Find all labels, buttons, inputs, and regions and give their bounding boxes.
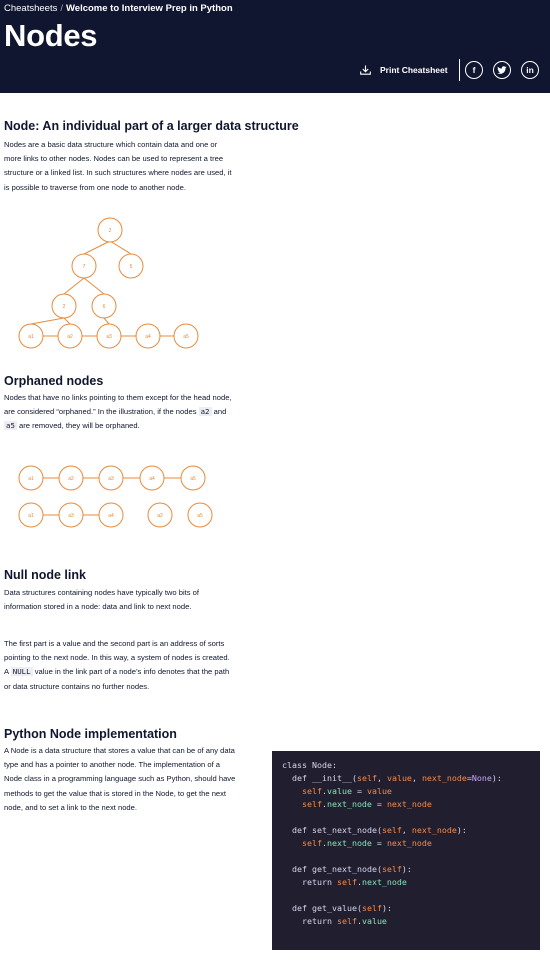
python-section-body: A Node is a data structure that stores a…: [4, 746, 236, 812]
code-line: self.value = value: [301, 786, 392, 796]
null-link-text-2: value in the link part of a node’s info …: [4, 667, 230, 691]
node-section-body: Nodes are a basic data structure which c…: [4, 140, 232, 192]
list-node-label: a4: [145, 334, 151, 340]
inline-code-null: NULL: [10, 667, 33, 677]
orphan-node-label: a3: [108, 476, 114, 482]
code-block[interactable]: class Node: def __init__(self, value, ne…: [272, 751, 540, 950]
orphaned-diagram: a1 a2 a3 a4 a5 a1 a3 a4 a2 a5: [18, 465, 213, 528]
page-title: Nodes: [4, 18, 98, 53]
linkedin-share-button[interactable]: in: [521, 61, 539, 79]
code-line: def get_next_node(self):: [292, 864, 412, 874]
orphan-node-label: a3: [68, 513, 74, 519]
null-link-section-title: Null node link: [4, 568, 86, 582]
orphan-node-label: a2: [68, 476, 74, 482]
breadcrumb: Cheatsheets / Welcome to Interview Prep in…: [4, 3, 233, 15]
page-header: Cheatsheets / Welcome to Interview Prep in…: [0, 0, 550, 93]
orphaned-text-1: Nodes that have no links pointing to the…: [4, 393, 232, 417]
twitter-icon: [497, 65, 507, 74]
inline-code-a2: a2: [198, 407, 212, 417]
null-link-section-body: Data structures containing nodes have ty…: [4, 588, 200, 612]
code-line: def get_value(self):: [292, 903, 392, 913]
orphaned-section-title: Orphaned nodes: [4, 374, 104, 388]
code-line: self.next_node = next_node: [301, 799, 432, 809]
orphan-node-label: a4: [149, 476, 155, 482]
linkedin-icon: in: [526, 65, 534, 75]
list-node-label: a1: [28, 334, 34, 340]
code-line: return self.value: [301, 916, 387, 926]
orphan-node-label: a1: [28, 476, 34, 482]
download-icon: [360, 65, 371, 75]
tree-node-label: 2: [63, 304, 66, 310]
header-divider: [459, 59, 460, 81]
code-line: return self.next_node: [301, 877, 407, 887]
list-node-label: a5: [183, 334, 189, 340]
null-link-section-body-2: The first part is a value and the second…: [4, 637, 232, 694]
breadcrumb-separator: /: [60, 3, 63, 14]
breadcrumb-current-link[interactable]: Welcome to Interview Prep in Python: [66, 3, 233, 14]
orphan-node-label: a5: [197, 513, 203, 519]
inline-code-a5: a5: [4, 421, 17, 431]
tree-diagram: 2 7 5 2 6 a1 a2 a3 a4 a5: [18, 217, 199, 349]
tree-node-label: 5: [130, 264, 133, 270]
tree-node-label: 6: [103, 304, 106, 310]
facebook-icon: f: [472, 65, 476, 75]
orphan-node-label: a5: [190, 476, 196, 482]
facebook-share-button[interactable]: f: [465, 61, 483, 79]
print-cheatsheet-label: Print Cheatsheet: [380, 65, 448, 75]
orphaned-text-3: are removed, they will be orphaned.: [16, 421, 140, 431]
orphaned-section-body: Nodes that have no links pointing to the…: [4, 391, 232, 434]
orphan-node-label: a2: [157, 513, 163, 519]
breadcrumb-root-link[interactable]: Cheatsheets: [4, 3, 57, 14]
code-line: class Node:: [282, 760, 337, 770]
code-line: self.next_node = next_node: [301, 838, 432, 848]
python-section-title: Python Node implementation: [4, 727, 177, 741]
orphaned-text-2: and: [211, 407, 227, 417]
list-node-label: a3: [106, 334, 112, 340]
tree-node-label: 2: [109, 228, 112, 234]
print-cheatsheet-button[interactable]: Print Cheatsheet: [360, 62, 448, 78]
twitter-share-button[interactable]: [493, 61, 511, 79]
code-line: def __init__(self, value, next_node=None…: [292, 773, 502, 783]
code-line: def set_next_node(self, next_node):: [292, 825, 467, 835]
code-content: class Node: def __init__(self, value, ne…: [282, 759, 530, 928]
orphan-node-label: a4: [108, 513, 114, 519]
node-section-title: Node: An individual part of a larger dat…: [4, 119, 299, 133]
list-node-label: a2: [67, 334, 73, 340]
orphan-node-label: a1: [28, 513, 34, 519]
tree-node-label: 7: [83, 264, 86, 270]
